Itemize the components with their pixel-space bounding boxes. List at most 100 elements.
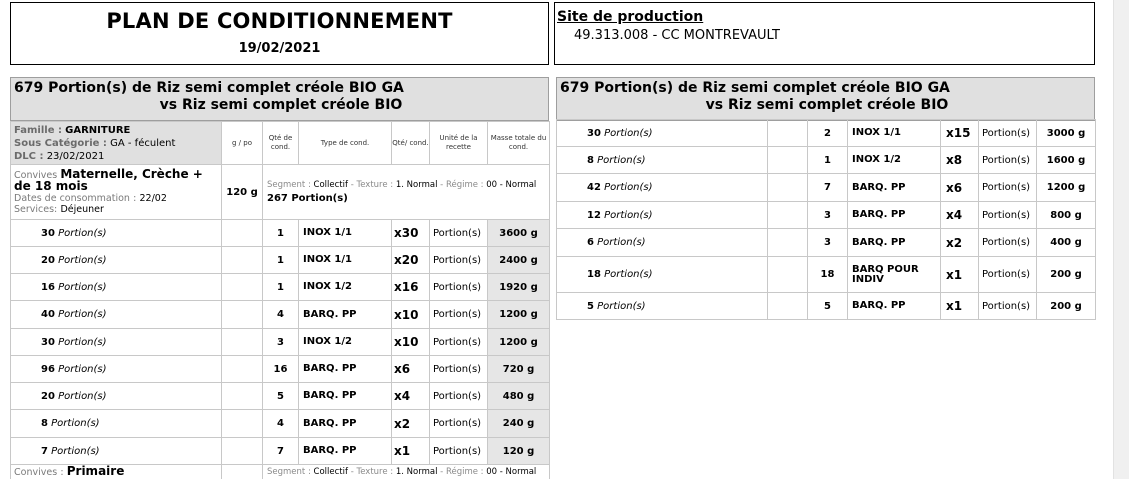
portion-number: 30 — [587, 127, 601, 139]
qty-per-cond: x30 — [391, 219, 430, 247]
portion-number: 96 — [41, 363, 55, 375]
table-row: 30 Portion(s) 3 INOX 1/2 x10 Portion(s) 1200 … — [10, 328, 550, 356]
qty-per-cond: x8 — [940, 146, 979, 174]
recipe-unit: Portion(s) — [978, 256, 1037, 293]
site-value: 49.313.008 - CC MONTREVAULT — [574, 28, 780, 43]
cond-type: INOX 1/1 — [298, 219, 392, 247]
cond-quantity: 1 — [262, 219, 299, 247]
portion-number: 8 — [587, 154, 594, 166]
portion-count: 8 Portion(s) — [556, 146, 768, 174]
cond-quantity: 16 — [262, 355, 299, 383]
page-title: PLAN DE CONDITIONNEMENT — [106, 9, 453, 33]
total-mass: 2400 g — [487, 246, 550, 274]
cond-type: BARQ. PP — [298, 300, 392, 329]
portion-count: 8 Portion(s) — [10, 409, 222, 438]
left-packaging-table: Famille : GARNITURE Sous Catégorie : GA … — [10, 121, 550, 479]
table-row: 18 Portion(s) 18 BARQ POUR INDIV x1 Portion(… — [556, 256, 1096, 293]
regime-value: 00 - Normal — [486, 180, 537, 190]
col-masse: Masse totale du cond. — [487, 121, 550, 165]
column-header-row: Famille : GARNITURE Sous Catégorie : GA … — [10, 121, 550, 165]
segment-cell: Segment : Collectif - Texture : 1. Norma… — [262, 464, 550, 479]
texture-value: 1. Normal — [395, 467, 438, 477]
portion-number: 16 — [41, 281, 55, 293]
cond-type: INOX 1/2 — [298, 273, 392, 301]
recipe-unit: Portion(s) — [429, 246, 488, 274]
product-title-line2: vs Riz semi complet créole BIO — [159, 97, 403, 113]
product-title-line2: vs Riz semi complet créole BIO — [705, 97, 949, 113]
cond-type: BARQ. PP — [298, 437, 392, 465]
dates-value: 22/02 — [139, 193, 167, 204]
cond-type: INOX 1/2 — [847, 146, 941, 174]
table-row: 7 Portion(s) 7 BARQ. PP x1 Portion(s) 120 g — [10, 437, 550, 465]
site-label: Site de production — [557, 9, 704, 25]
product-title-left: 679 Portion(s) de Riz semi complet créol… — [10, 77, 549, 121]
qty-per-cond: x4 — [940, 201, 979, 229]
portion-count: 6 Portion(s) — [556, 228, 768, 257]
right-rows: 30 Portion(s) 2 INOX 1/1 x15 Portion(s) 3000 … — [556, 119, 1096, 320]
recipe-unit: Portion(s) — [978, 146, 1037, 174]
total-mass: 1200 g — [487, 300, 550, 329]
portion-unit: Portion(s) — [51, 445, 100, 457]
gpo-empty — [221, 273, 263, 301]
portion-unit: Portion(s) — [604, 127, 653, 139]
portion-unit: Portion(s) — [604, 182, 653, 193]
product-title-line1: 679 Portion(s) de Riz semi complet créol… — [560, 80, 950, 96]
cond-type: BARQ. PP — [847, 228, 941, 257]
portion-number: 40 — [41, 309, 55, 320]
qty-per-cond: x10 — [391, 300, 430, 329]
convive-group-row: Convives Maternelle, Crèche + de 18 mois… — [10, 164, 550, 220]
total-mass: 480 g — [487, 382, 550, 410]
table-row: 8 Portion(s) 1 INOX 1/2 x8 Portion(s) 1600 g — [556, 146, 1096, 174]
recipe-unit: Portion(s) — [978, 119, 1037, 147]
famille-value: GARNITURE — [65, 124, 131, 136]
texture-label: Texture — [356, 180, 388, 190]
left-rows: 30 Portion(s) 1 INOX 1/1 x30 Portion(s) 3600 … — [10, 219, 550, 465]
segment-label: Segment — [267, 467, 306, 477]
cond-quantity: 3 — [807, 201, 848, 229]
plan-header: PLAN DE CONDITIONNEMENT 19/02/2021 — [10, 2, 549, 65]
portion-number: 8 — [41, 418, 48, 429]
portion-count: 96 Portion(s) — [10, 355, 222, 383]
regime-value: 00 - Normal — [486, 467, 537, 477]
portion-count: 16 Portion(s) — [10, 273, 222, 301]
portion-unit: Portion(s) — [604, 269, 653, 280]
table-row: 20 Portion(s) 5 BARQ. PP x4 Portion(s) 480 g — [10, 382, 550, 410]
portion-number: 12 — [587, 209, 601, 221]
cond-quantity: 18 — [807, 256, 848, 293]
portion-number: 7 — [41, 445, 48, 457]
table-row: 16 Portion(s) 1 INOX 1/2 x16 Portion(s) 1920 … — [10, 273, 550, 301]
qty-per-cond: x6 — [391, 355, 430, 383]
right-packaging-table: 30 Portion(s) 2 INOX 1/1 x15 Portion(s) 3000 … — [556, 119, 1096, 320]
gpo-empty — [767, 146, 808, 174]
table-row: 12 Portion(s) 3 BARQ. PP x4 Portion(s) 800 g — [556, 201, 1096, 229]
qty-per-cond: x2 — [940, 228, 979, 257]
portion-unit: Portion(s) — [58, 254, 107, 266]
cond-type: BARQ POUR INDIV — [847, 256, 941, 293]
col-qte-cond: Qté de cond. — [262, 121, 299, 165]
total-mass: 1200 g — [487, 328, 550, 356]
cond-type: BARQ. PP — [298, 355, 392, 383]
gpo-empty — [221, 300, 263, 329]
portion-number: 20 — [41, 254, 55, 266]
cond-quantity: 5 — [807, 292, 848, 320]
vertical-scrollbar[interactable] — [1113, 0, 1129, 479]
product-title-right: 679 Portion(s) de Riz semi complet créol… — [556, 77, 1095, 121]
cond-quantity: 1 — [262, 246, 299, 274]
total-mass: 1600 g — [1036, 146, 1096, 174]
site-header: Site de production 49.313.008 - CC MONTR… — [554, 2, 1095, 65]
table-row: 5 Portion(s) 5 BARQ. PP x1 Portion(s) 200 g — [556, 292, 1096, 320]
recipe-unit: Portion(s) — [429, 300, 488, 329]
recipe-unit: Portion(s) — [978, 292, 1037, 320]
convives-label: Convives — [14, 467, 58, 478]
cond-quantity: 2 — [807, 119, 848, 147]
gpo-empty — [221, 355, 263, 383]
portion-number: 30 — [41, 336, 55, 348]
cond-type: INOX 1/2 — [298, 328, 392, 356]
portion-number: 18 — [587, 269, 601, 280]
recipe-unit: Portion(s) — [978, 228, 1037, 257]
portion-unit: Portion(s) — [58, 336, 107, 348]
convives-value: Primaire — [66, 464, 125, 478]
table-row: 30 Portion(s) 1 INOX 1/1 x30 Portion(s) 3600 … — [10, 219, 550, 247]
table-row: 96 Portion(s) 16 BARQ. PP x6 Portion(s) 720 g — [10, 355, 550, 383]
dlc-value: 23/02/2021 — [46, 150, 105, 162]
